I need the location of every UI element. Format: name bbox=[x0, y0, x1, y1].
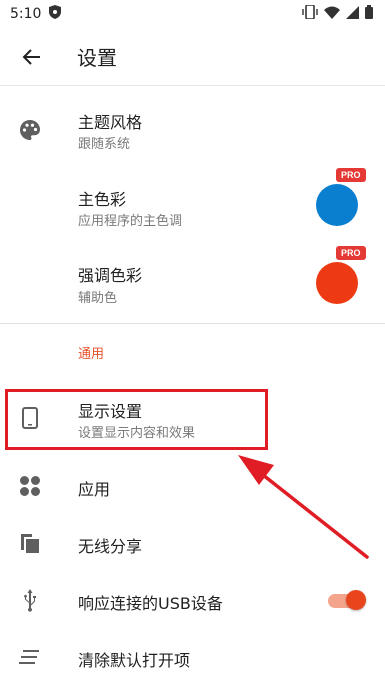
clear-all-icon bbox=[18, 645, 42, 669]
status-left: 5:10 bbox=[10, 5, 62, 23]
wireless-share-item[interactable]: 无线分享 bbox=[0, 519, 385, 567]
copy-icon bbox=[18, 531, 42, 555]
primary-color-item[interactable]: 主色彩 应用程序的主色调 PRO bbox=[0, 168, 385, 240]
pro-badge: PRO bbox=[336, 168, 366, 182]
status-right bbox=[302, 4, 373, 23]
theme-style-item[interactable]: 主题风格 跟随系统 bbox=[0, 100, 385, 162]
shield-icon bbox=[49, 5, 62, 23]
primary-color-swatch[interactable] bbox=[316, 184, 358, 226]
palette-icon bbox=[18, 118, 42, 142]
apps-title: 应用 bbox=[78, 480, 111, 499]
status-time: 5:10 bbox=[10, 6, 42, 22]
usb-toggle-thumb bbox=[346, 590, 366, 610]
accent-color-swatch[interactable] bbox=[316, 262, 358, 304]
app-bar: 设置 bbox=[0, 28, 385, 86]
usb-toggle[interactable] bbox=[326, 589, 366, 611]
back-button[interactable] bbox=[3, 29, 59, 85]
arrow-back-icon bbox=[22, 48, 40, 65]
primary-color-title: 主色彩 bbox=[78, 190, 127, 209]
accent-color-item[interactable]: 强调色彩 辅助色 PRO bbox=[0, 246, 385, 318]
apps-icon bbox=[18, 474, 42, 498]
page-title: 设置 bbox=[77, 46, 117, 70]
highlight-box bbox=[5, 389, 268, 450]
wifi-icon bbox=[324, 6, 340, 23]
usb-title: 响应连接的USB设备 bbox=[78, 594, 223, 613]
accent-color-title: 强调色彩 bbox=[78, 266, 143, 285]
section-divider bbox=[0, 323, 385, 324]
status-bar: 5:10 bbox=[0, 0, 385, 28]
usb-icon bbox=[18, 588, 42, 612]
theme-style-subtitle: 跟随系统 bbox=[78, 137, 131, 152]
pro-badge: PRO bbox=[336, 246, 366, 260]
theme-style-title: 主题风格 bbox=[78, 113, 143, 132]
apps-item[interactable]: 应用 bbox=[0, 462, 385, 510]
clear-defaults-title: 清除默认打开项 bbox=[78, 651, 191, 670]
battery-icon bbox=[365, 5, 373, 23]
clear-defaults-item[interactable]: 清除默认打开项 bbox=[0, 633, 385, 681]
section-header-general: 通用 bbox=[78, 347, 105, 362]
accent-color-subtitle: 辅助色 bbox=[78, 291, 118, 306]
wireless-share-title: 无线分享 bbox=[78, 537, 143, 556]
vibrate-icon bbox=[302, 4, 318, 23]
primary-color-subtitle: 应用程序的主色调 bbox=[78, 214, 183, 229]
signal-icon bbox=[346, 5, 359, 23]
